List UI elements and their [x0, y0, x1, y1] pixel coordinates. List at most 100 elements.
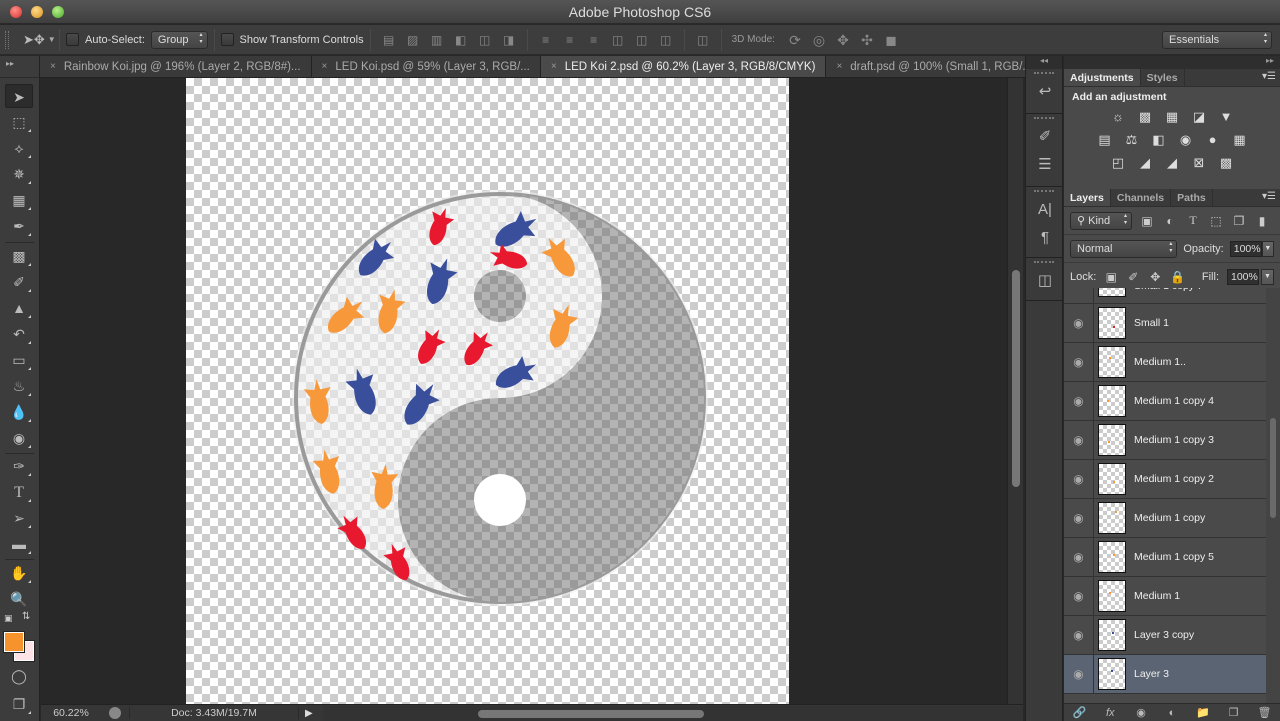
fill-input[interactable]: 100%: [1227, 268, 1259, 285]
show-transform-controls-checkbox[interactable]: [220, 33, 234, 46]
delete-layer-trash-icon[interactable]: 🗑: [1256, 706, 1272, 719]
eyedropper-tool[interactable]: ✒: [5, 214, 33, 238]
layer-row[interactable]: ◉ Medium 1 copy 2: [1064, 459, 1266, 499]
document-tab[interactable]: × draft.psd @ 100% (Small 1, RGB/...: [826, 56, 1043, 77]
filter-kind-dropdown[interactable]: ⚲ Kind: [1070, 211, 1132, 230]
paint-bucket-tool[interactable]: ♨: [5, 374, 33, 398]
tab-channels[interactable]: Channels: [1111, 189, 1172, 206]
marquee-tool[interactable]: ⬚: [5, 110, 33, 134]
visibility-eye-icon[interactable]: ◉: [1064, 420, 1094, 460]
history-panel-icon[interactable]: ↩: [1026, 78, 1064, 106]
levels-icon[interactable]: ▩: [1134, 108, 1157, 126]
brush-presets-icon[interactable]: ✐: [1026, 123, 1064, 151]
quick-mask-button[interactable]: ◯: [5, 664, 33, 688]
history-brush-tool[interactable]: ↶: [5, 322, 33, 346]
align-bottom-edges-icon[interactable]: ▥: [428, 31, 446, 49]
layer-style-fx-icon[interactable]: fx: [1102, 707, 1118, 719]
status-menu-arrow-icon[interactable]: ▶: [305, 708, 323, 719]
document-canvas[interactable]: [186, 78, 789, 704]
threshold-icon[interactable]: ◢: [1161, 154, 1184, 172]
distribute-bottom-edges-icon[interactable]: ≡: [585, 31, 603, 49]
close-tab-icon[interactable]: ×: [50, 61, 56, 72]
layer-row[interactable]: ◉ Layer 3 copy: [1064, 615, 1266, 655]
brush-tool[interactable]: ✐: [5, 270, 33, 294]
close-tab-icon[interactable]: ×: [322, 61, 328, 72]
workspace-switcher[interactable]: Essentials: [1162, 31, 1272, 49]
options-bar-grip[interactable]: [5, 30, 9, 49]
tab-layers[interactable]: Layers: [1064, 189, 1111, 206]
tab-adjustments[interactable]: Adjustments: [1064, 69, 1141, 86]
close-tab-icon[interactable]: ×: [836, 61, 842, 72]
posterize-icon[interactable]: ◢: [1134, 154, 1157, 172]
path-selection-tool[interactable]: ➢: [5, 506, 33, 530]
document-tab[interactable]: × Rainbow Koi.jpg @ 196% (Layer 2, RGB/8#…: [40, 56, 312, 77]
link-layers-icon[interactable]: 🔗: [1071, 706, 1087, 719]
3d-roll-icon[interactable]: ◎: [810, 31, 828, 49]
3d-rotate-icon[interactable]: ⟳: [786, 31, 804, 49]
new-layer-icon[interactable]: ❐: [1226, 706, 1242, 719]
exposure-icon[interactable]: ◪: [1188, 108, 1211, 126]
canvas-workspace[interactable]: [41, 78, 1007, 704]
vertical-scrollbar[interactable]: [1007, 78, 1023, 704]
brightness-contrast-icon[interactable]: ☼: [1107, 108, 1130, 126]
hand-tool[interactable]: ✋: [5, 561, 33, 585]
visibility-eye-icon[interactable]: ◉: [1064, 576, 1094, 616]
layer-row-selected[interactable]: ◉ Layer 3: [1064, 654, 1266, 694]
layer-row[interactable]: ◉ Small 1: [1064, 303, 1266, 343]
distribute-horizontal-centers-icon[interactable]: ◫: [633, 31, 651, 49]
layer-row[interactable]: ◉ Medium 1 copy 4: [1064, 381, 1266, 421]
opacity-slider-button[interactable]: ▼: [1261, 240, 1274, 257]
selective-color-icon[interactable]: ⊠: [1188, 154, 1211, 172]
new-group-folder-icon[interactable]: 📁: [1195, 706, 1211, 719]
invert-icon[interactable]: ◰: [1107, 154, 1130, 172]
curves-icon[interactable]: ▦: [1161, 108, 1184, 126]
3d-panel-icon[interactable]: ◫: [1026, 267, 1064, 295]
layer-row[interactable]: ◉ Medium 1 copy 5: [1064, 537, 1266, 577]
distribute-right-edges-icon[interactable]: ◫: [657, 31, 675, 49]
hue-saturation-icon[interactable]: ▤: [1093, 131, 1116, 149]
pixel-filter-icon[interactable]: ▣: [1139, 214, 1155, 228]
smart-object-filter-icon[interactable]: ❐: [1231, 214, 1247, 228]
panel-menu-icon[interactable]: ▾☰: [1262, 191, 1276, 202]
close-tab-icon[interactable]: ×: [551, 61, 557, 72]
tab-paths[interactable]: Paths: [1171, 189, 1213, 206]
collapse-panels-icon[interactable]: ▸▸: [1064, 56, 1280, 69]
distribute-vertical-centers-icon[interactable]: ≡: [561, 31, 579, 49]
toolbox-collapse-button[interactable]: ▸▸: [0, 56, 39, 78]
lock-transparent-pixels-icon[interactable]: ▣: [1104, 270, 1118, 284]
type-filter-icon[interactable]: T: [1185, 213, 1201, 228]
horizontal-scroll-thumb[interactable]: [478, 709, 704, 718]
panel-menu-icon[interactable]: ▾☰: [1262, 71, 1276, 82]
color-balance-icon[interactable]: ⚖: [1120, 131, 1143, 149]
layer-row[interactable]: ◉ Medium 1 copy: [1064, 498, 1266, 538]
pen-tool[interactable]: ✑: [5, 454, 33, 478]
vibrance-icon[interactable]: ▼: [1215, 108, 1238, 126]
move-tool[interactable]: ➤: [5, 84, 33, 108]
add-mask-icon[interactable]: ◉: [1133, 706, 1149, 719]
auto-align-layers-icon[interactable]: ◫: [694, 31, 712, 49]
layers-scroll-thumb[interactable]: [1270, 418, 1276, 518]
lock-position-icon[interactable]: ✥: [1148, 270, 1162, 284]
align-right-edges-icon[interactable]: ◨: [500, 31, 518, 49]
distribute-left-edges-icon[interactable]: ◫: [609, 31, 627, 49]
gradient-map-icon[interactable]: ▩: [1215, 154, 1238, 172]
healing-brush-tool[interactable]: ▩: [5, 244, 33, 268]
visibility-eye-icon[interactable]: ◉: [1064, 342, 1094, 382]
layer-row[interactable]: Small 1 copy 7: [1064, 288, 1266, 304]
blend-mode-dropdown[interactable]: Normal: [1070, 239, 1178, 258]
zoom-tool[interactable]: 🔍: [5, 587, 33, 611]
visibility-eye-icon[interactable]: ◉: [1064, 381, 1094, 421]
visibility-eye-icon[interactable]: ◉: [1064, 498, 1094, 538]
swap-colors-icon[interactable]: ⇅: [22, 611, 30, 622]
photo-filter-icon[interactable]: ◉: [1174, 131, 1197, 149]
visibility-eye-icon[interactable]: [1064, 288, 1094, 304]
paragraph-panel-icon[interactable]: ¶: [1026, 224, 1064, 252]
distribute-top-edges-icon[interactable]: ≡: [537, 31, 555, 49]
auto-select-checkbox[interactable]: [66, 33, 79, 46]
adjustment-filter-icon[interactable]: ◐: [1162, 214, 1178, 228]
visibility-eye-icon[interactable]: ◉: [1064, 615, 1094, 655]
screen-mode-button[interactable]: ❐: [5, 692, 33, 716]
3d-slide-icon[interactable]: ✣: [858, 31, 876, 49]
vertical-scroll-thumb[interactable]: [1012, 270, 1020, 487]
document-tab[interactable]: × LED Koi.psd @ 59% (Layer 3, RGB/...: [311, 56, 541, 77]
